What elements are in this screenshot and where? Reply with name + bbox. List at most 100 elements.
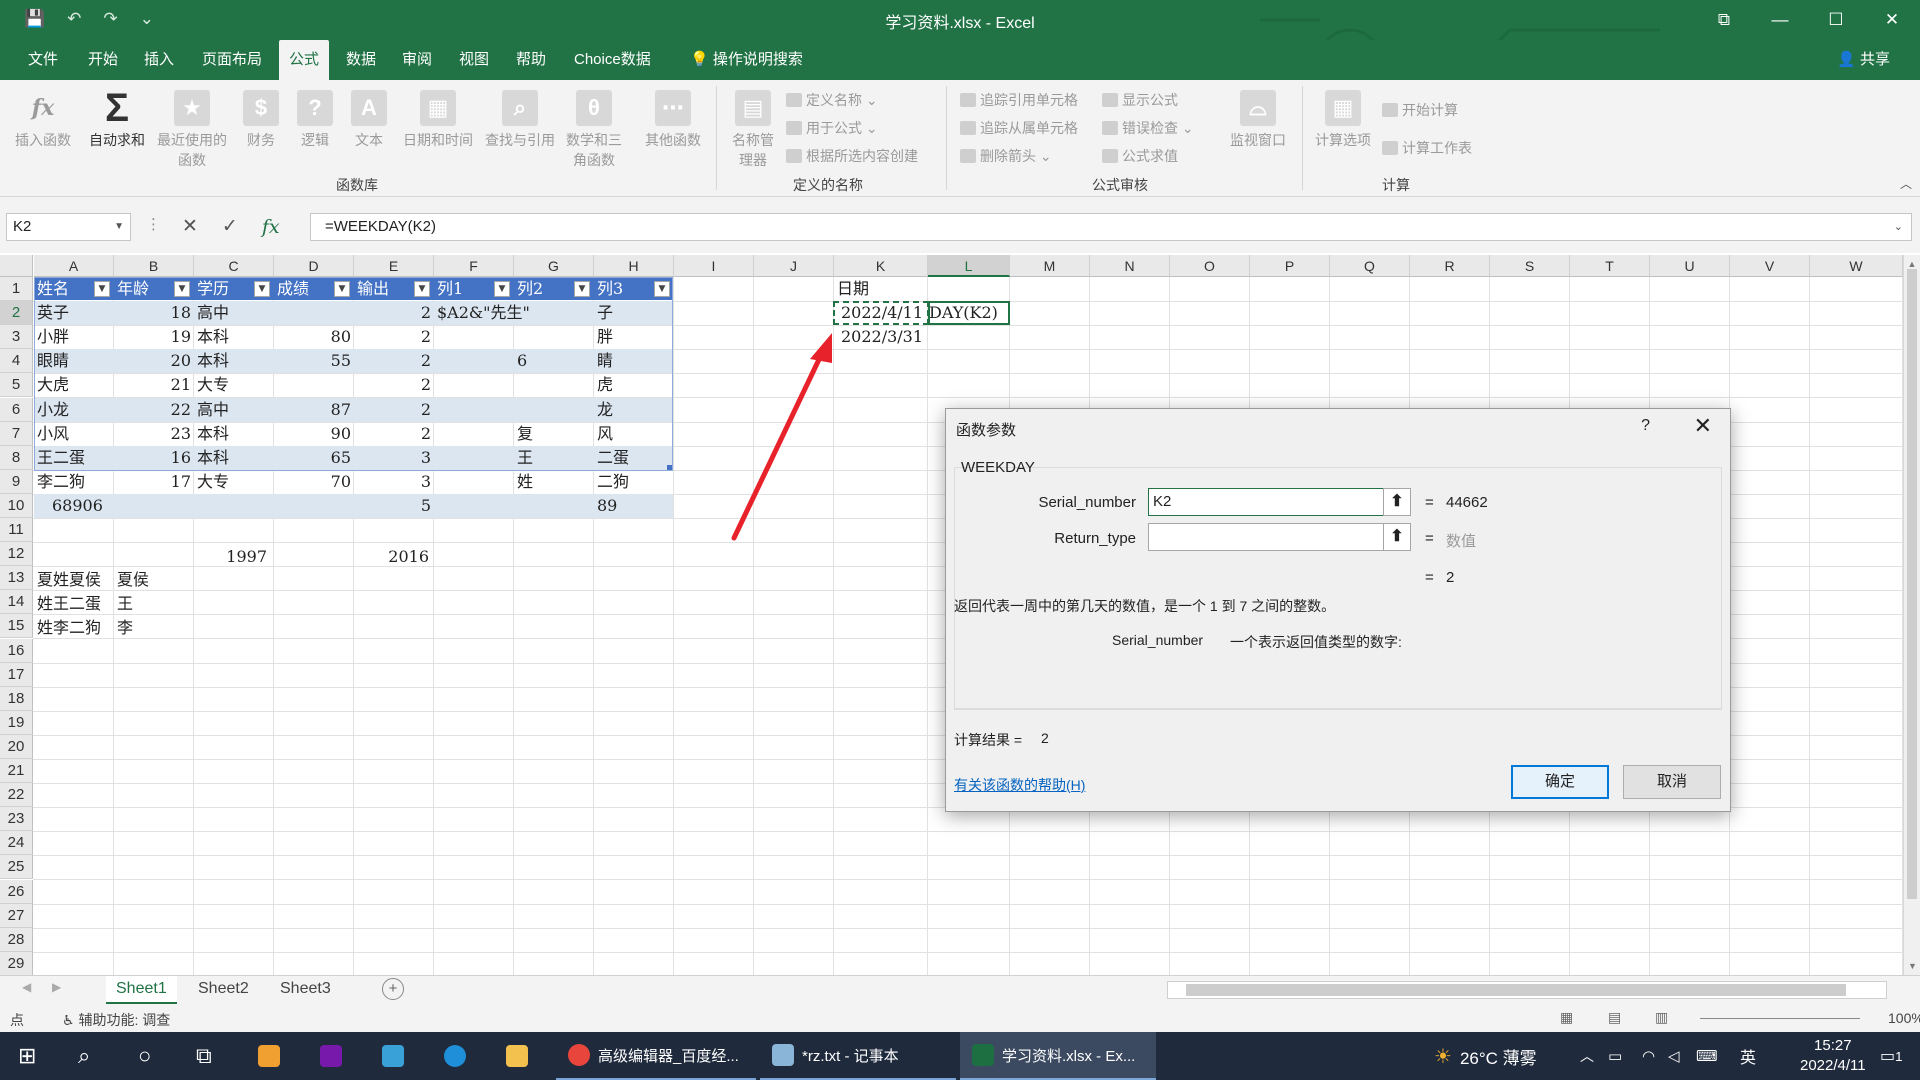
column-header-q[interactable]: Q	[1330, 255, 1410, 277]
search-icon[interactable]: ⌕	[78, 1032, 90, 1080]
row-header-27[interactable]: 27	[0, 903, 33, 928]
table-total-cell[interactable]: 89	[594, 494, 674, 518]
column-header-v[interactable]: V	[1730, 255, 1810, 277]
logical-button[interactable]: ? 逻辑	[292, 86, 338, 150]
tab-data[interactable]: 数据	[336, 40, 386, 80]
accessibility-status[interactable]: ♿ 辅助功能: 调查	[62, 1010, 170, 1030]
column-header-k[interactable]: K	[834, 255, 928, 277]
column-header-r[interactable]: R	[1410, 255, 1490, 277]
table-cell[interactable]: 李二狗	[34, 470, 114, 494]
text-button[interactable]: A 文本	[346, 86, 392, 150]
row-header-12[interactable]: 12	[0, 542, 33, 567]
maximize-icon[interactable]: ☐	[1808, 0, 1864, 40]
lookup-reference-button[interactable]: ⌕ 查找与引用	[480, 86, 560, 150]
vertical-scrollbar[interactable]: ▲ ▼	[1903, 255, 1920, 975]
add-sheet-icon[interactable]: +	[382, 978, 404, 1000]
enter-icon[interactable]: ✓	[222, 213, 238, 241]
zoom-slider[interactable]	[1700, 1018, 1860, 1019]
task-view-icon[interactable]: ⧉	[196, 1032, 212, 1080]
sheet-nav-next-icon[interactable]: ▶	[52, 980, 61, 994]
row-header-2[interactable]: 2	[0, 301, 33, 326]
column-header-j[interactable]: J	[754, 255, 834, 277]
tray-chevron-icon[interactable]: ︿	[1580, 1032, 1594, 1080]
serial-number-input[interactable]: K2	[1148, 488, 1385, 516]
expand-formula-icon[interactable]: ⌄	[1894, 214, 1903, 240]
notifications-icon[interactable]: ▭ 1	[1880, 1032, 1903, 1080]
row-header-28[interactable]: 28	[0, 927, 33, 952]
column-header-p[interactable]: P	[1250, 255, 1330, 277]
row-header-18[interactable]: 18	[0, 686, 33, 711]
table-cell[interactable]: 17	[114, 470, 194, 494]
table-cell[interactable]: 姓	[514, 470, 594, 494]
sheet-nav-prev-icon[interactable]: ◀	[22, 980, 31, 994]
store-icon[interactable]	[258, 1032, 280, 1080]
column-header-g[interactable]: G	[514, 255, 594, 277]
row-header-10[interactable]: 10	[0, 493, 33, 518]
scroll-thumb[interactable]	[1907, 269, 1917, 899]
row-header-5[interactable]: 5	[0, 373, 33, 398]
minimize-icon[interactable]: —	[1752, 0, 1808, 40]
date-time-button[interactable]: ▦ 日期和时间	[398, 86, 478, 150]
page-layout-view-icon[interactable]: ▤	[1608, 1009, 1621, 1026]
cell-a14[interactable]: 姓王二蛋	[34, 592, 114, 616]
math-trig-button[interactable]: θ 数学和三角函数	[562, 86, 626, 170]
row-header-24[interactable]: 24	[0, 831, 33, 856]
column-header-a[interactable]: A	[34, 255, 114, 277]
row-header-25[interactable]: 25	[0, 855, 33, 880]
insert-function-icon[interactable]: fx	[262, 213, 280, 241]
start-windows-icon[interactable]: ⊞	[18, 1032, 36, 1080]
weather-widget[interactable]: ☀ 26°C 薄雾	[1434, 1032, 1537, 1080]
column-header-n[interactable]: N	[1090, 255, 1170, 277]
horizontal-scrollbar[interactable]	[1167, 981, 1887, 999]
trace-precedents-button[interactable]: 追踪引用单元格	[960, 90, 1078, 110]
column-header-c[interactable]: C	[194, 255, 274, 277]
row-header-8[interactable]: 8	[0, 445, 33, 470]
column-header-b[interactable]: B	[114, 255, 194, 277]
tell-me-search[interactable]: 💡 操作说明搜索	[680, 40, 813, 80]
table-cell[interactable]: 70	[274, 470, 354, 494]
tab-formulas[interactable]: 公式	[279, 40, 330, 80]
column-header-i[interactable]: I	[674, 255, 754, 277]
row-header-20[interactable]: 20	[0, 734, 33, 759]
table-total-cell[interactable]: 5	[354, 494, 434, 518]
table-cell[interactable]: 大专	[194, 470, 274, 494]
volume-icon[interactable]: ◁	[1668, 1032, 1680, 1080]
paint-icon[interactable]	[382, 1032, 404, 1080]
collapse-dialog-icon[interactable]: ⬆	[1383, 488, 1411, 516]
clock[interactable]: 15:27 2022/4/11	[1800, 1032, 1866, 1080]
row-header-14[interactable]: 14	[0, 590, 33, 615]
onenote-icon[interactable]	[320, 1032, 342, 1080]
tab-choice[interactable]: Choice数据	[564, 40, 661, 80]
column-header-s[interactable]: S	[1490, 255, 1570, 277]
row-header-16[interactable]: 16	[0, 638, 33, 663]
file-explorer-icon[interactable]	[506, 1032, 528, 1080]
cell-e12[interactable]: 2016	[352, 545, 432, 569]
sheet-tab-3[interactable]: Sheet3	[270, 976, 341, 1004]
battery-icon[interactable]: ▭	[1608, 1032, 1622, 1080]
create-from-selection-button[interactable]: 根据所选内容创建	[786, 146, 918, 166]
trace-dependents-button[interactable]: 追踪从属单元格	[960, 118, 1078, 138]
row-header-22[interactable]: 22	[0, 783, 33, 808]
row-header-7[interactable]: 7	[0, 421, 33, 446]
normal-view-icon[interactable]: ▦	[1560, 1009, 1573, 1026]
define-name-button[interactable]: 定义名称 ⌄	[786, 90, 878, 110]
keyboard-icon[interactable]: ⌨	[1696, 1032, 1718, 1080]
row-header-13[interactable]: 13	[0, 566, 33, 591]
h-scroll-thumb[interactable]	[1186, 984, 1846, 996]
taskbar-app-chrome[interactable]: 高级编辑器_百度经...	[556, 1032, 756, 1080]
financial-button[interactable]: $ 财务	[238, 86, 284, 150]
sheet-tab-1[interactable]: Sheet1	[106, 976, 177, 1004]
column-header-t[interactable]: T	[1570, 255, 1650, 277]
more-functions-button[interactable]: ⋯ 其他函数	[638, 86, 708, 150]
row-header-9[interactable]: 9	[0, 469, 33, 494]
tab-file[interactable]: 文件	[18, 40, 68, 80]
row-header-19[interactable]: 19	[0, 710, 33, 735]
row-header-26[interactable]: 26	[0, 879, 33, 904]
column-header-o[interactable]: O	[1170, 255, 1250, 277]
row-header-29[interactable]: 29	[0, 951, 33, 975]
help-icon[interactable]: ?	[1641, 417, 1650, 435]
watch-window-button[interactable]: ⌓ 监视窗口	[1222, 86, 1294, 150]
cancel-entry-icon[interactable]: ✕	[182, 213, 198, 241]
zoom-level[interactable]: 100%	[1888, 1010, 1920, 1026]
ok-button[interactable]: 确定	[1511, 765, 1609, 799]
